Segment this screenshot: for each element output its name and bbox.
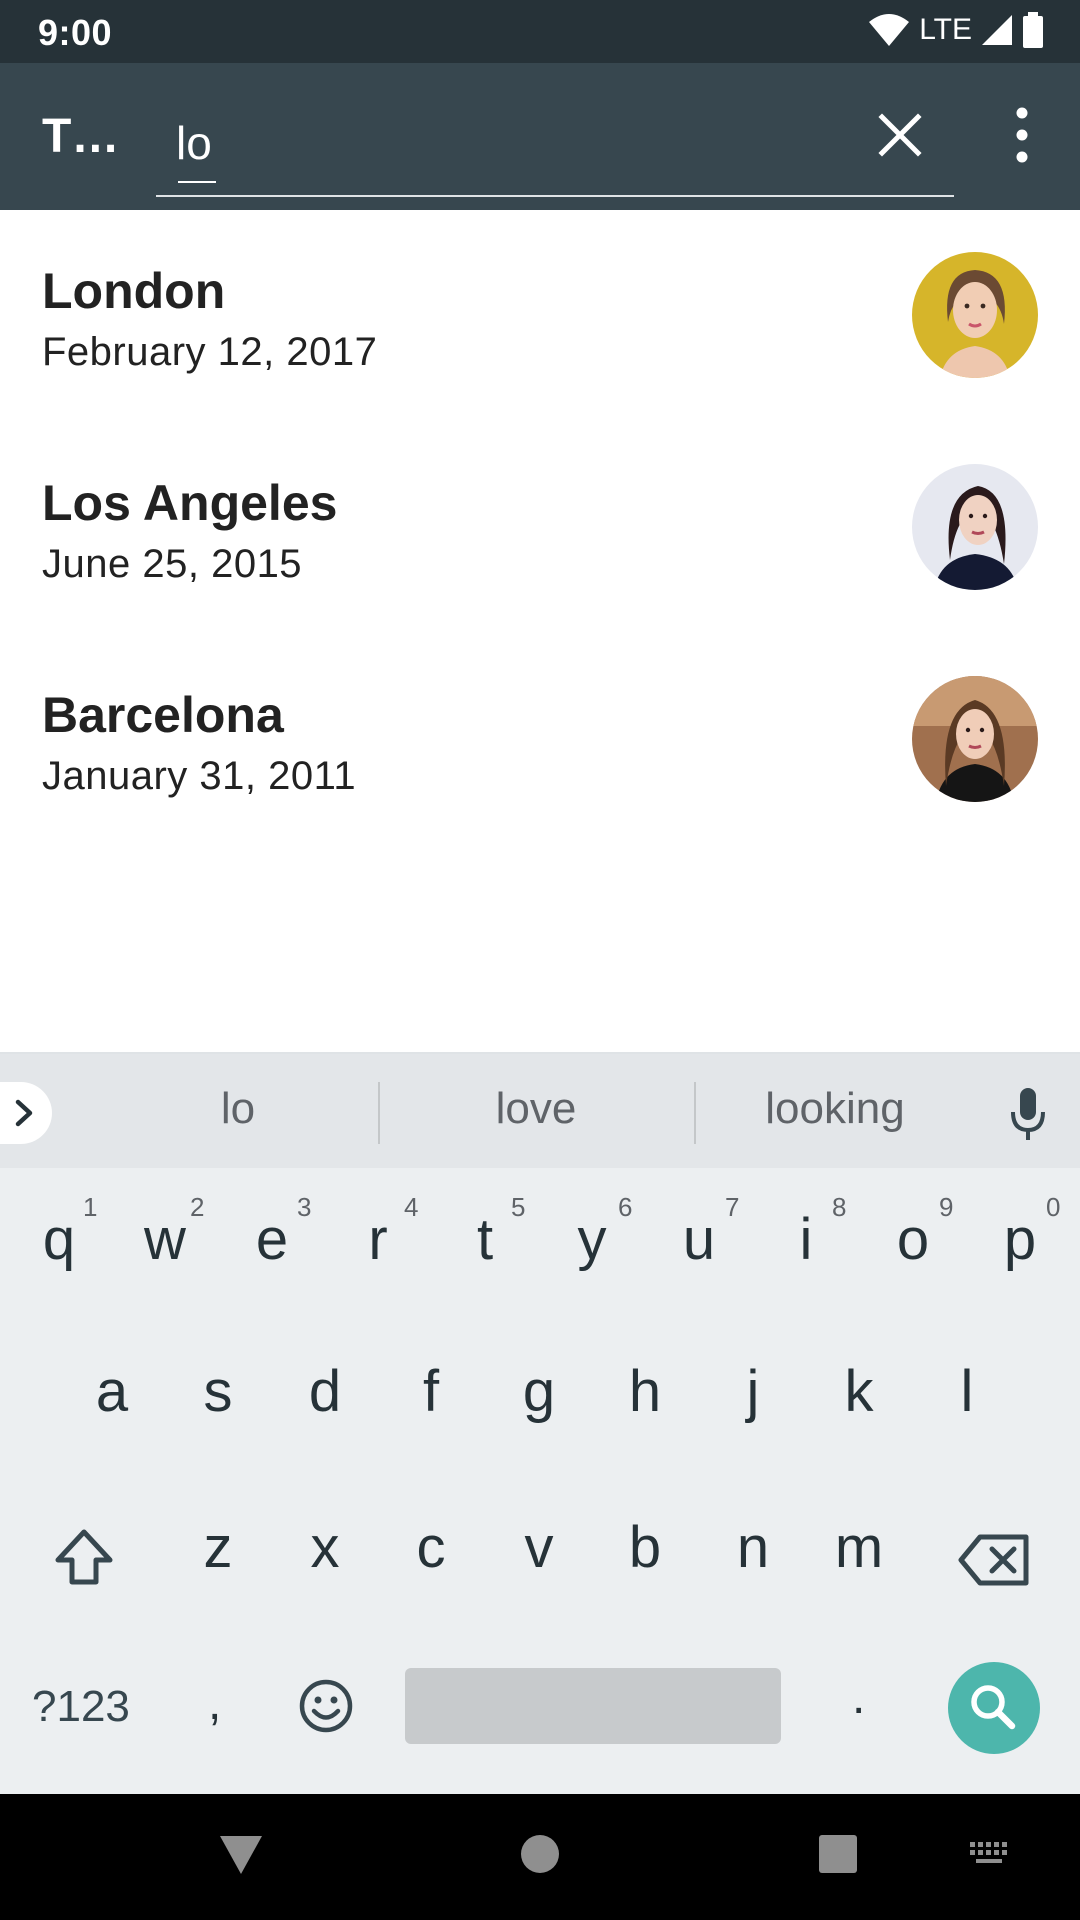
item-date: January 31, 2011	[42, 754, 357, 798]
divider	[378, 1082, 380, 1144]
wifi-icon	[869, 14, 910, 46]
app-title: T…	[42, 110, 120, 163]
suggestion-1[interactable]: lo	[178, 1084, 298, 1134]
result-list: London February 12, 2017 Los Angeles Jun…	[0, 210, 1080, 846]
search-text-underline	[178, 181, 216, 183]
key-j[interactable]: j	[708, 1358, 798, 1425]
recents-icon[interactable]	[818, 1834, 858, 1874]
suggestion-3[interactable]: looking	[740, 1084, 930, 1134]
keyboard-switch-icon[interactable]	[968, 1840, 1012, 1866]
divider	[694, 1082, 696, 1144]
key-num-1: 1	[83, 1192, 98, 1222]
key-m[interactable]: m	[814, 1514, 904, 1581]
home-icon[interactable]	[520, 1834, 560, 1874]
back-icon[interactable]	[218, 1832, 264, 1876]
key-f[interactable]: f	[386, 1358, 476, 1425]
key-g[interactable]: g	[494, 1358, 584, 1425]
shift-icon[interactable]	[52, 1526, 116, 1590]
key-num-3: 3	[297, 1192, 312, 1222]
avatar	[912, 676, 1038, 802]
search-action-key[interactable]	[948, 1662, 1040, 1754]
key-x[interactable]: x	[280, 1514, 370, 1581]
key-num-7: 7	[725, 1192, 740, 1222]
key-num-6: 6	[618, 1192, 633, 1222]
backspace-icon[interactable]	[958, 1534, 1030, 1586]
navigation-bar	[0, 1794, 1080, 1920]
close-icon	[878, 113, 922, 157]
status-icons: LTE	[867, 12, 1044, 48]
key-num-4: 4	[404, 1192, 419, 1222]
symbols-key[interactable]: ?123	[32, 1682, 130, 1732]
expand-toolbar-button[interactable]	[0, 1082, 52, 1144]
app-bar: T…	[0, 63, 1080, 210]
battery-icon	[1023, 12, 1043, 48]
avatar	[912, 464, 1038, 590]
suggestion-2[interactable]: love	[456, 1084, 616, 1134]
search-input[interactable]	[176, 113, 836, 173]
key-b[interactable]: b	[600, 1514, 690, 1581]
list-item[interactable]: London February 12, 2017	[0, 210, 1080, 422]
key-h[interactable]: h	[600, 1358, 690, 1425]
avatar	[912, 252, 1038, 378]
key-a[interactable]: a	[67, 1358, 157, 1425]
key-num-5: 5	[511, 1192, 526, 1222]
period-key[interactable]: .	[852, 1670, 865, 1725]
chevron-right-icon	[15, 1099, 33, 1127]
more-vert-icon	[1016, 107, 1028, 163]
key-c[interactable]: c	[386, 1514, 476, 1581]
item-date: February 12, 2017	[42, 330, 378, 374]
suggestion-bar: lo love looking	[0, 1052, 1080, 1168]
comma-key[interactable]: ,	[208, 1676, 221, 1731]
network-type: LTE	[919, 13, 972, 46]
more-options-button[interactable]	[1000, 103, 1044, 167]
search-field[interactable]	[156, 93, 954, 197]
list-item[interactable]: Los Angeles June 25, 2015	[0, 422, 1080, 634]
search-icon	[971, 1685, 1016, 1730]
space-key[interactable]	[405, 1668, 781, 1744]
key-num-0: 0	[1046, 1192, 1061, 1222]
key-n[interactable]: n	[708, 1514, 798, 1581]
mic-icon[interactable]	[1008, 1086, 1048, 1142]
key-num-9: 9	[939, 1192, 954, 1222]
item-title: London	[42, 263, 226, 319]
status-bar: 9:00 LTE	[0, 0, 1080, 63]
signal-icon	[982, 15, 1012, 45]
list-item[interactable]: Barcelona January 31, 2011	[0, 634, 1080, 846]
key-d[interactable]: d	[280, 1358, 370, 1425]
keyboard: lo love looking q 1 w 2 e 3 r 4 t 5 y 6 …	[0, 1052, 1080, 1794]
key-k[interactable]: k	[814, 1358, 904, 1425]
clear-search-button[interactable]	[872, 107, 928, 163]
item-title: Barcelona	[42, 687, 284, 743]
key-v[interactable]: v	[494, 1514, 584, 1581]
key-s[interactable]: s	[173, 1358, 263, 1425]
item-title: Los Angeles	[42, 475, 338, 531]
status-time: 9:00	[38, 12, 113, 53]
key-num-2: 2	[190, 1192, 205, 1222]
key-num-8: 8	[832, 1192, 847, 1222]
emoji-icon[interactable]	[298, 1678, 354, 1734]
item-date: June 25, 2015	[42, 542, 303, 586]
key-l[interactable]: l	[922, 1358, 1012, 1425]
key-z[interactable]: z	[173, 1514, 263, 1581]
